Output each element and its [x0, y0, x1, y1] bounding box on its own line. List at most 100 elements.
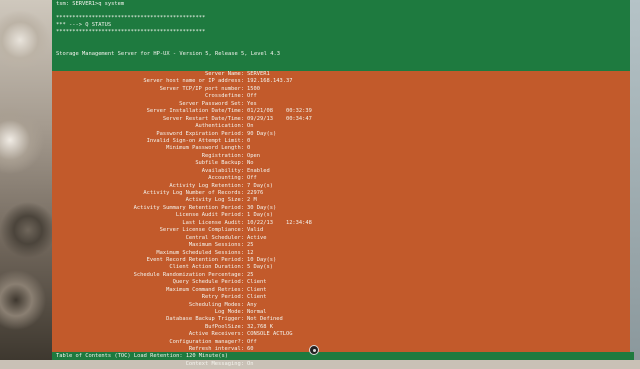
status-row: Availability: Enabled: [52, 168, 630, 175]
row-label: Configuration manager?:: [169, 338, 244, 345]
row-value: Client: [247, 294, 267, 301]
status-row: Server License Compliance: Valid: [52, 227, 630, 234]
status-row: Minimum Password Length: 0: [52, 145, 630, 152]
row-label: Activity Log Size:: [185, 197, 244, 204]
status-row: Schedule Randomization Percentage: 25: [52, 272, 630, 279]
row-value: Valid: [247, 227, 264, 234]
row-value: Client: [247, 279, 267, 286]
row-label: Context Messaging:: [185, 361, 244, 368]
row-value: On: [247, 361, 254, 368]
row-label: Database Backup Trigger:: [166, 316, 244, 323]
status-row: Activity Log Number of Records: 22976: [52, 190, 630, 197]
row-label: Last License Audit:: [182, 219, 244, 226]
status-row: Maximum Command Retries: Client: [52, 287, 630, 294]
status-row: Activity Summary Retention Period: 30 Day…: [52, 205, 630, 212]
row-value: 1500: [247, 85, 260, 92]
row-label: Maximum Scheduled Sessions:: [156, 249, 244, 256]
terminal-window[interactable]: tsm: SERVER1>q system ******************…: [52, 0, 634, 367]
status-row: Server Installation Date/Time: 01/21/08 0…: [52, 108, 630, 115]
row-value: 2 M: [247, 197, 257, 204]
stars-line-2: ****************************************…: [56, 29, 206, 36]
row-label: Accounting:: [208, 175, 244, 182]
row-label: Crossdefine:: [205, 93, 244, 100]
stars-line-1: ****************************************…: [56, 15, 206, 22]
row-label: Table of Contents (TOC) Load Retention:: [56, 353, 183, 359]
row-label: Active Receivers:: [188, 331, 244, 338]
row-value: On: [247, 123, 254, 130]
status-row: Activity Log Retention: 7 Day(s): [52, 183, 630, 190]
row-value: Yes: [247, 100, 257, 107]
terminal-header: tsm: SERVER1>q system ******************…: [52, 0, 630, 58]
row-value: 120 Minute(s): [185, 353, 229, 359]
window-edge: [630, 0, 640, 360]
row-value: Any: [247, 301, 257, 308]
row-label: Activity Log Retention:: [169, 182, 244, 189]
status-row: Crossdefine: Off: [52, 93, 630, 100]
status-row: Registration: Open: [52, 153, 630, 160]
status-row: Configuration manager?: Off: [52, 339, 630, 346]
command-prompt-line: tsm: SERVER1>q system: [56, 1, 125, 7]
row-value: Active: [247, 234, 267, 241]
mouse-cursor-icon: [309, 345, 319, 355]
row-value: Enabled: [247, 167, 270, 174]
status-row: Server Password Set: Yes: [52, 101, 630, 108]
row-label: Minimum Password Length:: [166, 145, 244, 152]
row-label: Maximum Sessions:: [188, 242, 244, 249]
row-label: Activity Summary Retention Period:: [133, 204, 244, 211]
row-value: 01/21/08 00:32:39: [247, 108, 312, 115]
row-value: Open: [247, 152, 260, 159]
row-label: Schedule Randomization Percentage:: [133, 271, 244, 278]
row-value: SERVER1: [247, 71, 270, 77]
status-row: Maximum Scheduled Sessions: 12: [52, 250, 630, 257]
row-value: 25: [247, 271, 254, 278]
row-label: Server host name or IP address:: [143, 78, 244, 85]
status-row: Retry Period: Client: [52, 294, 630, 301]
row-label: Invalid Sign-on Attempt Limit:: [146, 137, 244, 144]
status-row: Central Scheduler: Active: [52, 235, 630, 242]
row-value: Off: [247, 93, 257, 100]
row-value: 09/29/13 00:34:47: [247, 115, 312, 122]
status-row: Authentication: On: [52, 123, 630, 130]
status-row: Client Action Duration: 5 Day(s): [52, 264, 630, 271]
status-row: Password Expiration Period: 90 Day(s): [52, 131, 630, 138]
status-row: BufPoolSize: 32,768 K: [52, 324, 630, 331]
row-label: Authentication:: [195, 123, 244, 130]
row-value: 12: [247, 249, 254, 256]
row-value: 32,768 K: [247, 323, 273, 330]
row-value: 192.168.143.37: [247, 78, 293, 85]
row-label: Server TCP/IP port number:: [159, 85, 244, 92]
highlighted-output: Server Name: SERVER1 Server host name or I…: [52, 71, 630, 367]
row-value: 30 Day(s): [247, 204, 277, 211]
status-row: Server TCP/IP port number: 1500: [52, 86, 630, 93]
status-row: Query Schedule Period: Client: [52, 279, 630, 286]
status-command-line: *** ---> Q STATUS: [56, 22, 112, 29]
row-label: Server Name:: [205, 71, 244, 77]
row-value: 5 Day(s): [247, 264, 273, 271]
row-label: Server License Compliance:: [159, 227, 244, 234]
row-value: Off: [247, 338, 257, 345]
row-value: 22976: [247, 190, 264, 196]
row-label: Password Expiration Period:: [156, 130, 244, 137]
status-row: Server Name: SERVER1: [52, 71, 630, 78]
row-value: 25: [247, 242, 254, 249]
row-label: License Audit Period:: [175, 212, 244, 219]
row-value: No: [247, 160, 254, 167]
status-row: License Audit Period: 1 Day(s): [52, 212, 630, 219]
status-row: Database Backup Trigger: Not Defined: [52, 316, 630, 323]
status-row: Last License Audit: 10/22/13 12:34:48: [52, 220, 630, 227]
row-label: BufPoolSize:: [205, 323, 244, 330]
row-value: Client: [247, 286, 267, 293]
row-label: Retry Period:: [201, 294, 244, 301]
row-value: 0: [247, 137, 251, 144]
status-row: Invalid Sign-on Attempt Limit: 0: [52, 138, 630, 145]
row-label: Server Restart Date/Time:: [162, 115, 244, 122]
status-row: Server host name or IP address: 192.168.1…: [52, 78, 630, 85]
toc-retention-row: Table of Contents (TOC) Load Retention: …: [52, 352, 634, 360]
row-value: 10 Day(s): [247, 256, 277, 263]
row-label: Log Mode:: [214, 309, 244, 315]
row-value: 7 Day(s): [247, 182, 273, 189]
row-value: 10/22/13 12:34:48: [247, 219, 312, 226]
